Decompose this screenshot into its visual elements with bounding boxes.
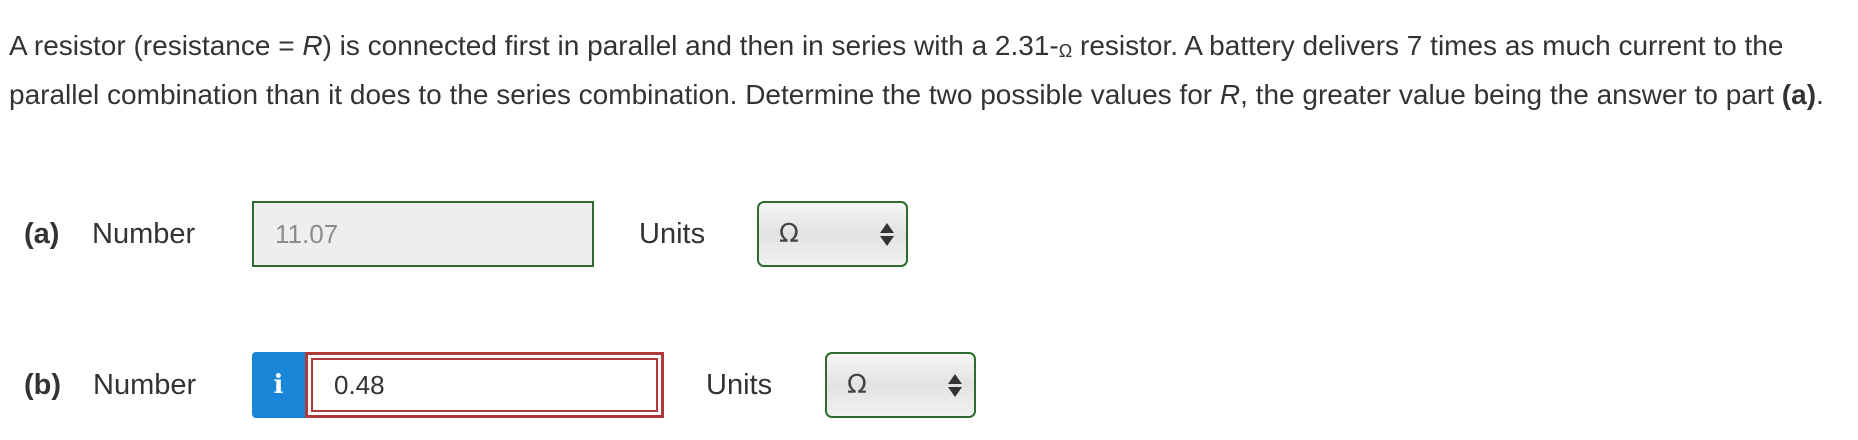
part-a-units-select[interactable]: Ω [757, 201, 908, 267]
answer-row-b: (b) Number i 0.48 Units Ω [0, 352, 1858, 418]
part-b-number-input[interactable]: 0.48 [305, 352, 664, 418]
arrow-down-icon [948, 387, 962, 397]
part-b-label: (b) [24, 369, 62, 401]
info-icon[interactable]: i [252, 352, 305, 418]
part-a-label: (a) [24, 218, 60, 250]
part-b-number-label: Number [93, 369, 197, 401]
part-a-number-input[interactable]: 11.07 [252, 201, 594, 267]
ohm-symbol: Ω [1058, 41, 1073, 61]
up-down-arrows-icon [948, 374, 962, 398]
arrow-up-icon [880, 223, 894, 233]
part-b-units-label: Units [706, 369, 773, 401]
question-text-5: . [1816, 79, 1824, 110]
part-a-units-value: Ω [779, 219, 799, 249]
up-down-arrows-icon [880, 223, 894, 247]
part-b-units-value: Ω [847, 370, 867, 400]
arrow-down-icon [880, 236, 894, 246]
question-text-2: ) is connected first in parallel and the… [322, 30, 1059, 61]
answer-row-a: (a) Number 11.07 Units Ω [0, 201, 1858, 267]
question-text: A resistor (resistance = R) is connected… [9, 24, 1849, 117]
variable-r: R [302, 30, 323, 61]
part-a-number-label: Number [92, 218, 196, 250]
part-a-units-label: Units [639, 218, 706, 250]
question-text-4: , the greater value being the answer to … [1240, 79, 1782, 110]
arrow-up-icon [948, 374, 962, 384]
variable-r-2: R [1219, 79, 1241, 110]
question-text-1: A resistor (resistance = [9, 30, 303, 61]
part-b-units-select[interactable]: Ω [825, 352, 976, 418]
part-reference: (a) [1781, 79, 1817, 110]
